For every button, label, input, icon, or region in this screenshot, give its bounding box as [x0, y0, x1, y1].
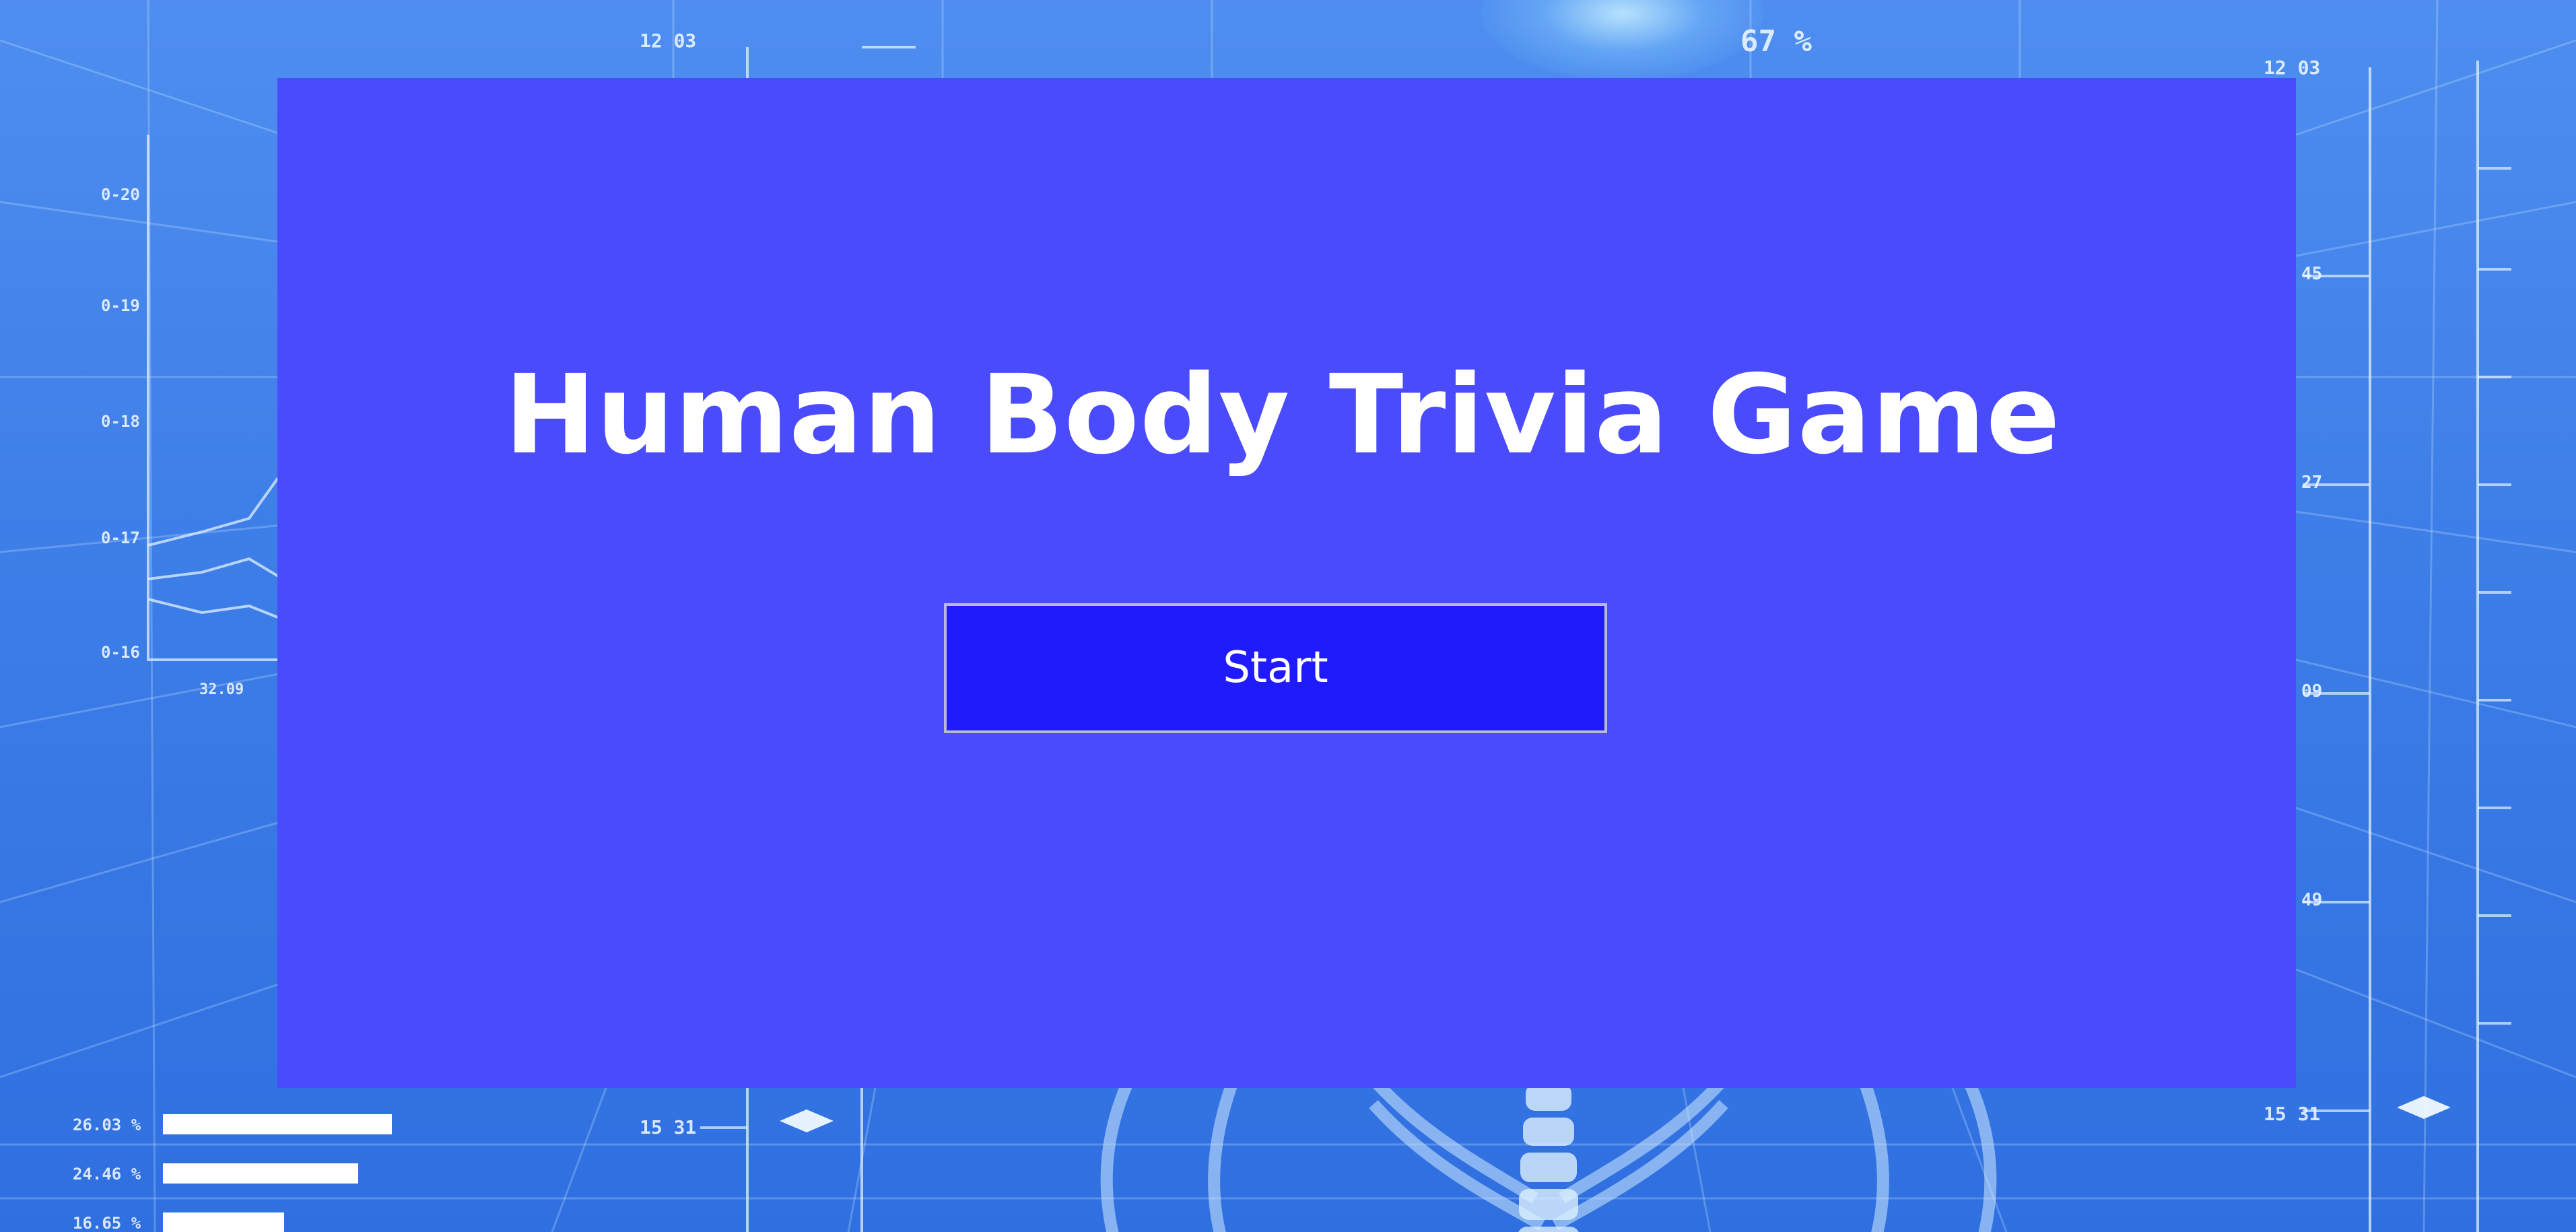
bar: [163, 1114, 392, 1134]
diamond-marker-left: [780, 1109, 834, 1132]
scale-label: 45: [2301, 264, 2323, 284]
scale-label: 49: [2301, 890, 2323, 910]
axis-x-label: 32.09: [199, 681, 244, 698]
hud-bottom-left-readout: 15 31: [640, 1116, 697, 1138]
bar: [163, 1212, 284, 1232]
hud-top-right-readout: 12 03: [2264, 57, 2321, 79]
hud-percent-readout: 67 %: [1740, 24, 1812, 59]
diamond-marker-right: [2397, 1096, 2451, 1119]
hud-bottom-right-readout: 15 31: [2264, 1103, 2321, 1125]
axis-label: 0-18: [101, 412, 140, 431]
axis-label: 0-16: [101, 643, 140, 662]
axis-label: 0-19: [101, 296, 140, 315]
scale-label: 09: [2301, 681, 2323, 701]
scale-label: 27: [2301, 473, 2323, 493]
bar-label: 26.03 %: [73, 1116, 141, 1134]
game-screen: 12 03 67 % 12 03 15 31 15 31 45 27 09 49…: [0, 0, 2576, 1232]
hud-top-left-readout: 12 03: [640, 30, 697, 52]
start-menu-panel: Human Body Trivia Game Start: [277, 78, 2296, 1088]
start-button[interactable]: Start: [944, 603, 1607, 733]
bar: [163, 1163, 358, 1184]
bar-label: 24.46 %: [73, 1165, 141, 1184]
game-title: Human Body Trivia Game: [277, 361, 2296, 470]
game-title-text: Human Body Trivia Game: [504, 352, 2061, 479]
axis-label: 0-17: [101, 528, 140, 547]
axis-label: 0-20: [101, 185, 140, 204]
bar-label: 16.65 %: [73, 1214, 141, 1232]
